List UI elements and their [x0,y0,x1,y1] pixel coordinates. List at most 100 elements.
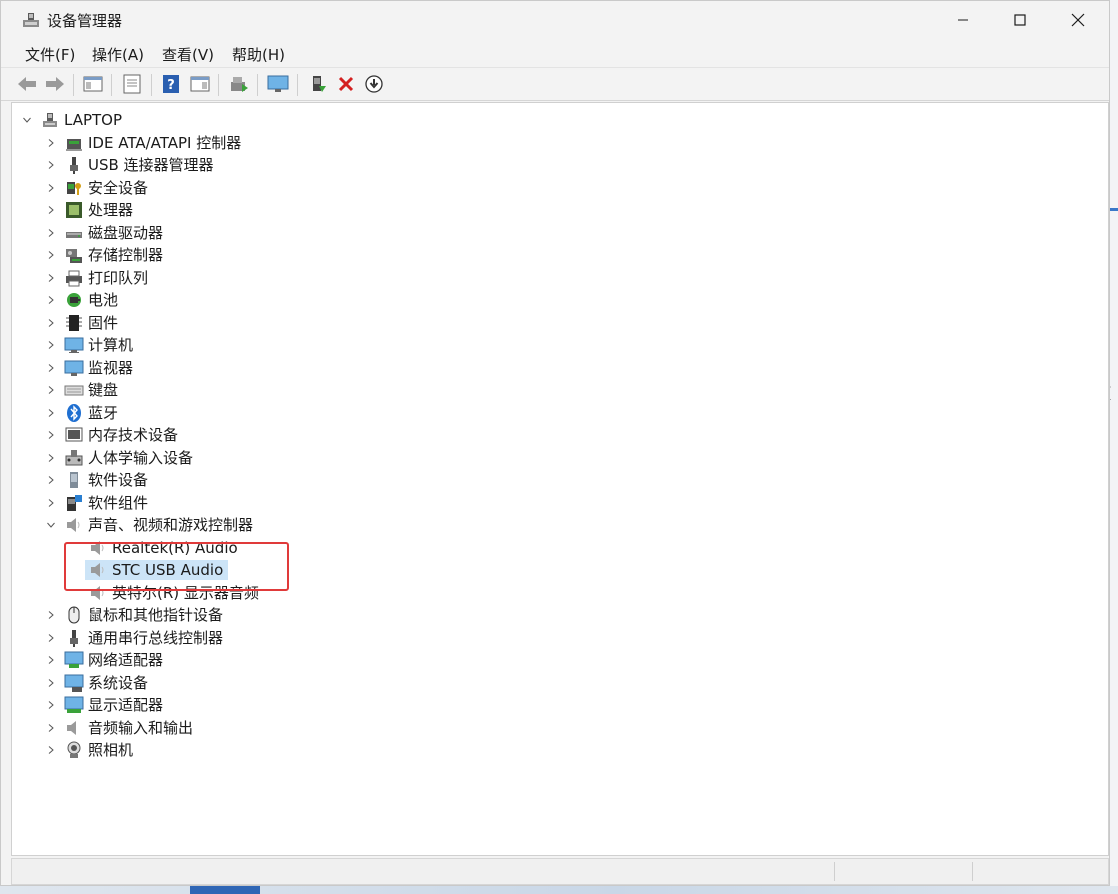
chevron-right-icon[interactable] [46,610,56,620]
chevron-down-icon[interactable] [46,520,56,530]
tree-category[interactable]: 音频输入和输出 [12,717,1108,739]
chevron-right-icon[interactable] [46,453,56,463]
chevron-right-icon[interactable] [46,183,56,193]
chevron-right-icon[interactable] [46,498,56,508]
chevron-right-icon[interactable] [46,475,56,485]
tree-item-label: 计算机 [88,336,134,354]
storage-controller-icon [64,245,84,265]
properties-button[interactable] [120,72,144,96]
properties-icon [123,74,141,94]
back-button[interactable] [15,72,39,96]
uninstall-button[interactable] [334,72,358,96]
help-icon: ? [163,75,179,93]
svg-text:?: ? [167,78,175,93]
tree-category[interactable]: 电池 [12,289,1108,311]
tree-category[interactable]: 鼠标和其他指针设备 [12,604,1108,626]
chevron-right-icon[interactable] [46,723,56,733]
usb-connector-icon [64,155,84,175]
tree-category[interactable]: IDE ATA/ATAPI 控制器 [12,132,1108,154]
toolbar: ? [1,68,1109,101]
desktop-background [1110,0,1118,894]
tree-category[interactable]: 显示适配器 [12,694,1108,716]
tree-category[interactable]: 存储控制器 [12,244,1108,266]
tree-item-label: 键盘 [88,381,119,399]
chevron-right-icon[interactable] [46,430,56,440]
tree-category[interactable]: 监视器 [12,357,1108,379]
menu-view[interactable]: 查看(V) [160,44,216,65]
chevron-right-icon[interactable] [46,228,56,238]
menu-file[interactable]: 文件(F) [23,44,77,65]
tree-category[interactable]: 系统设备 [12,672,1108,694]
tree-category[interactable]: 软件设备 [12,469,1108,491]
close-button[interactable] [1049,1,1107,39]
computer-icon [64,335,84,355]
tree-category[interactable]: 处理器 [12,199,1108,221]
tree-category[interactable]: USB 连接器管理器 [12,154,1108,176]
tree-item-label: 内存技术设备 [88,426,179,444]
chevron-right-icon[interactable] [46,678,56,688]
tree-category[interactable]: 网络适配器 [12,649,1108,671]
action-pane-icon [190,76,210,92]
ide-controller-icon [64,133,84,153]
tree-category[interactable]: 打印队列 [12,267,1108,289]
tree-root-laptop[interactable]: LAPTOP [12,109,1108,131]
chevron-right-icon[interactable] [46,340,56,350]
chevron-right-icon[interactable] [46,655,56,665]
update-driver-button[interactable] [306,72,330,96]
tree-category[interactable]: 软件组件 [12,492,1108,514]
menu-action[interactable]: 操作(A) [90,44,146,65]
tree-item-label: 音频输入和输出 [88,718,194,737]
tree-category[interactable]: 蓝牙 [12,402,1108,424]
chevron-right-icon[interactable] [46,408,56,418]
tree-item-label: IDE ATA/ATAPI 控制器 [88,133,242,152]
action-pane-button[interactable] [188,72,212,96]
menu-help[interactable]: 帮助(H) [230,44,287,65]
help-button[interactable]: ? [159,72,183,96]
chevron-right-icon[interactable] [46,250,56,260]
scan-hardware-icon [231,77,248,92]
minimize-button[interactable] [934,1,992,39]
tree-category[interactable]: 固件 [12,312,1108,334]
minimize-icon [958,19,968,21]
chevron-right-icon[interactable] [46,295,56,305]
chevron-right-icon[interactable] [46,700,56,710]
back-icon [18,77,36,91]
chevron-right-icon[interactable] [46,745,56,755]
chevron-down-icon[interactable] [22,115,32,125]
scan-hardware-button[interactable] [227,72,251,96]
tree-category[interactable]: 人体学输入设备 [12,447,1108,469]
chevron-right-icon[interactable] [46,318,56,328]
tree-category[interactable]: 照相机 [12,739,1108,761]
chevron-right-icon[interactable] [46,205,56,215]
download-button[interactable] [362,72,386,96]
chevron-right-icon[interactable] [46,160,56,170]
processor-icon [64,200,84,220]
forward-button[interactable] [43,72,67,96]
chevron-right-icon[interactable] [46,273,56,283]
tree-item-label: 软件组件 [88,493,149,512]
tree-category[interactable]: 键盘 [12,379,1108,401]
chevron-right-icon[interactable] [46,633,56,643]
system-device-icon [64,673,84,693]
chevron-right-icon[interactable] [46,363,56,373]
tree-item-label: 照相机 [88,741,134,759]
tree-category[interactable]: 安全设备 [12,177,1108,199]
tree-item-label: 电池 [88,291,119,309]
show-hide-tree-button[interactable] [81,72,105,96]
tree-category[interactable]: 声音、视频和游戏控制器 [12,514,1108,536]
tree-category[interactable]: 计算机 [12,334,1108,356]
bluetooth-icon [64,403,84,423]
tree-category[interactable]: 通用串行总线控制器 [12,627,1108,649]
mouse-icon [64,605,84,625]
device-tree[interactable]: LAPTOP IDE ATA/ATAPI 控制器 USB 连接器管理器 安全设备 处理器… [11,102,1109,856]
monitor-button[interactable] [266,72,290,96]
tree-category[interactable]: 内存技术设备 [12,424,1108,446]
download-icon [365,75,383,93]
chevron-right-icon[interactable] [46,138,56,148]
title-bar[interactable]: 设备管理器 [1,1,1109,39]
tree-item-label: 人体学输入设备 [88,448,194,467]
tree-category[interactable]: 磁盘驱动器 [12,222,1108,244]
chevron-right-icon[interactable] [46,385,56,395]
maximize-button[interactable] [991,1,1049,39]
network-adapter-icon [64,650,84,670]
